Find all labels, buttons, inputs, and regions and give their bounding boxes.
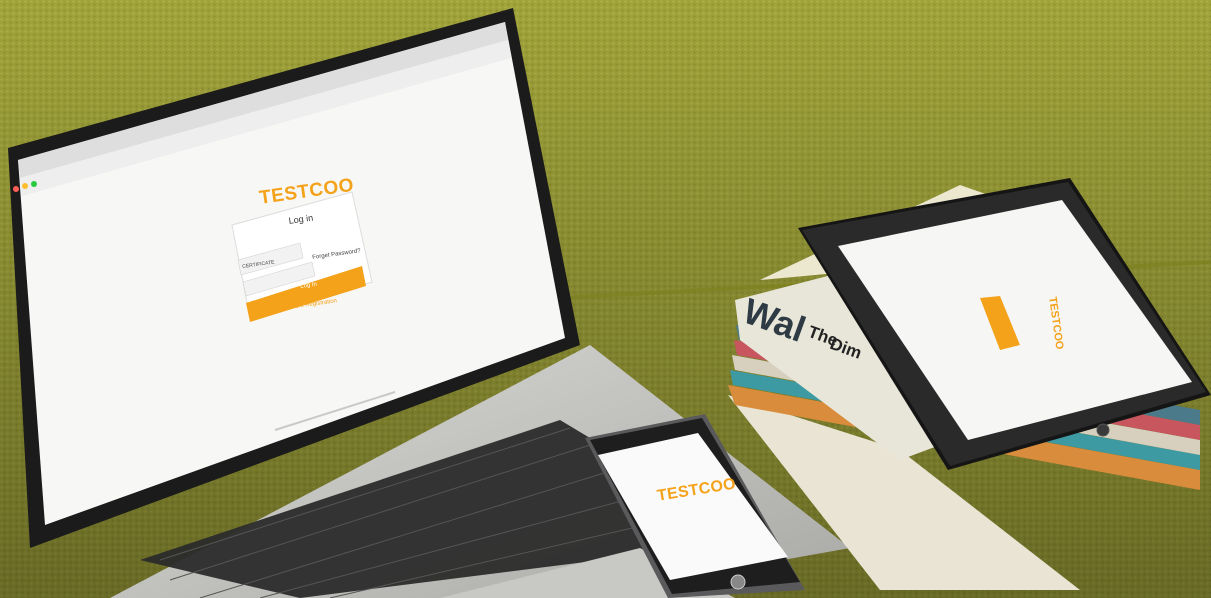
phone-home-button xyxy=(730,574,746,590)
tablet-home-button xyxy=(1096,423,1110,437)
photo-scene xyxy=(0,0,1211,598)
